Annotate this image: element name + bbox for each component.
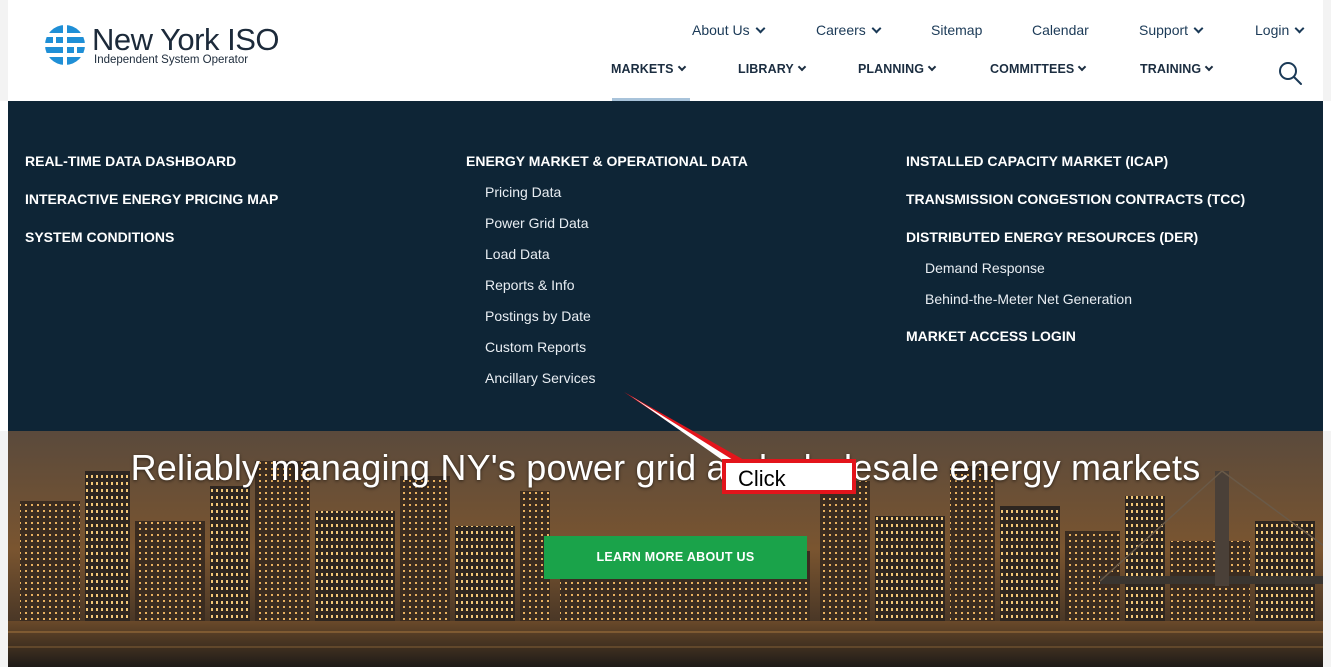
chevron-down-icon: [1204, 62, 1214, 72]
main-nav-training[interactable]: TRAINING: [1140, 62, 1214, 76]
menu-link-pricing-data[interactable]: Pricing Data: [485, 184, 561, 200]
util-nav-login[interactable]: Login: [1255, 22, 1305, 38]
chevron-down-icon: [1078, 62, 1087, 72]
menu-link-real-time-dashboard[interactable]: REAL-TIME DATA DASHBOARD: [25, 153, 236, 169]
main-nav-library[interactable]: LIBRARY: [738, 62, 807, 76]
hero-headline: Reliably managing NY's power grid and wh…: [130, 447, 1201, 488]
main-nav-planning[interactable]: PLANNING: [858, 62, 937, 76]
util-nav-calendar[interactable]: Calendar: [1032, 22, 1089, 38]
menu-link-power-grid-data[interactable]: Power Grid Data: [485, 215, 588, 231]
chevron-down-icon: [797, 62, 807, 72]
main-nav-label: MARKETS: [611, 62, 674, 76]
util-nav-sitemap[interactable]: Sitemap: [931, 22, 982, 38]
nyiso-logo[interactable]: New York ISO Independent System Operator: [44, 22, 279, 72]
site-header: New York ISO Independent System Operator…: [0, 0, 1331, 101]
menu-link-postings-by-date[interactable]: Postings by Date: [485, 308, 591, 324]
search-icon: [1279, 62, 1302, 85]
util-nav-label: About Us: [692, 22, 750, 38]
menu-link-btm-net-generation[interactable]: Behind-the-Meter Net Generation: [925, 291, 1132, 307]
chevron-down-icon: [1294, 23, 1305, 34]
nyiso-globe-icon: [44, 24, 86, 66]
chevron-down-icon: [871, 23, 882, 34]
menu-link-load-data[interactable]: Load Data: [485, 246, 550, 262]
menu-link-demand-response[interactable]: Demand Response: [925, 260, 1045, 276]
util-nav-label: Careers: [816, 22, 866, 38]
menu-link-ancillary-services[interactable]: Ancillary Services: [485, 370, 595, 386]
main-nav-label: TRAINING: [1140, 62, 1202, 76]
chevron-down-icon: [927, 62, 937, 72]
menu-link-tcc[interactable]: TRANSMISSION CONGESTION CONTRACTS (TCC): [906, 191, 1245, 207]
markets-mega-menu: REAL-TIME DATA DASHBOARD INTERACTIVE ENE…: [8, 101, 1323, 431]
util-nav-careers[interactable]: Careers: [816, 22, 882, 38]
main-nav-label: COMMITTEES: [990, 62, 1075, 76]
menu-link-pricing-map[interactable]: INTERACTIVE ENERGY PRICING MAP: [25, 191, 278, 207]
main-nav-label: LIBRARY: [738, 62, 794, 76]
util-nav-label: Login: [1255, 22, 1290, 38]
menu-link-energy-market-data[interactable]: ENERGY MARKET & OPERATIONAL DATA: [466, 153, 748, 169]
learn-more-button[interactable]: LEARN MORE ABOUT US: [544, 536, 807, 579]
util-nav-label: Calendar: [1032, 22, 1089, 38]
menu-link-custom-reports[interactable]: Custom Reports: [485, 339, 586, 355]
chevron-down-icon: [1193, 23, 1204, 34]
menu-link-system-conditions[interactable]: SYSTEM CONDITIONS: [25, 229, 174, 245]
main-nav-markets[interactable]: MARKETS: [611, 62, 686, 76]
util-nav-about-us[interactable]: About Us: [692, 22, 766, 38]
menu-link-icap[interactable]: INSTALLED CAPACITY MARKET (ICAP): [906, 153, 1168, 169]
util-nav-label: Sitemap: [931, 22, 983, 38]
chevron-down-icon: [755, 23, 766, 34]
main-nav-committees[interactable]: COMMITTEES: [990, 62, 1087, 76]
chevron-down-icon: [677, 62, 686, 72]
page-margin-left: [0, 0, 8, 101]
search-button[interactable]: [1277, 60, 1303, 86]
menu-link-der[interactable]: DISTRIBUTED ENERGY RESOURCES (DER): [906, 229, 1198, 245]
logo-tagline: Independent System Operator: [94, 54, 249, 66]
hero-banner: Reliably managing NY's power grid and wh…: [0, 431, 1331, 667]
util-nav-support[interactable]: Support: [1139, 22, 1204, 38]
menu-link-market-access-login[interactable]: MARKET ACCESS LOGIN: [906, 328, 1076, 344]
logo-wordmark: New York ISO: [92, 22, 279, 57]
main-nav-label: PLANNING: [858, 62, 925, 76]
page-margin-right: [1323, 0, 1331, 101]
menu-link-reports-info[interactable]: Reports & Info: [485, 277, 575, 293]
util-nav-label: Support: [1139, 22, 1189, 38]
